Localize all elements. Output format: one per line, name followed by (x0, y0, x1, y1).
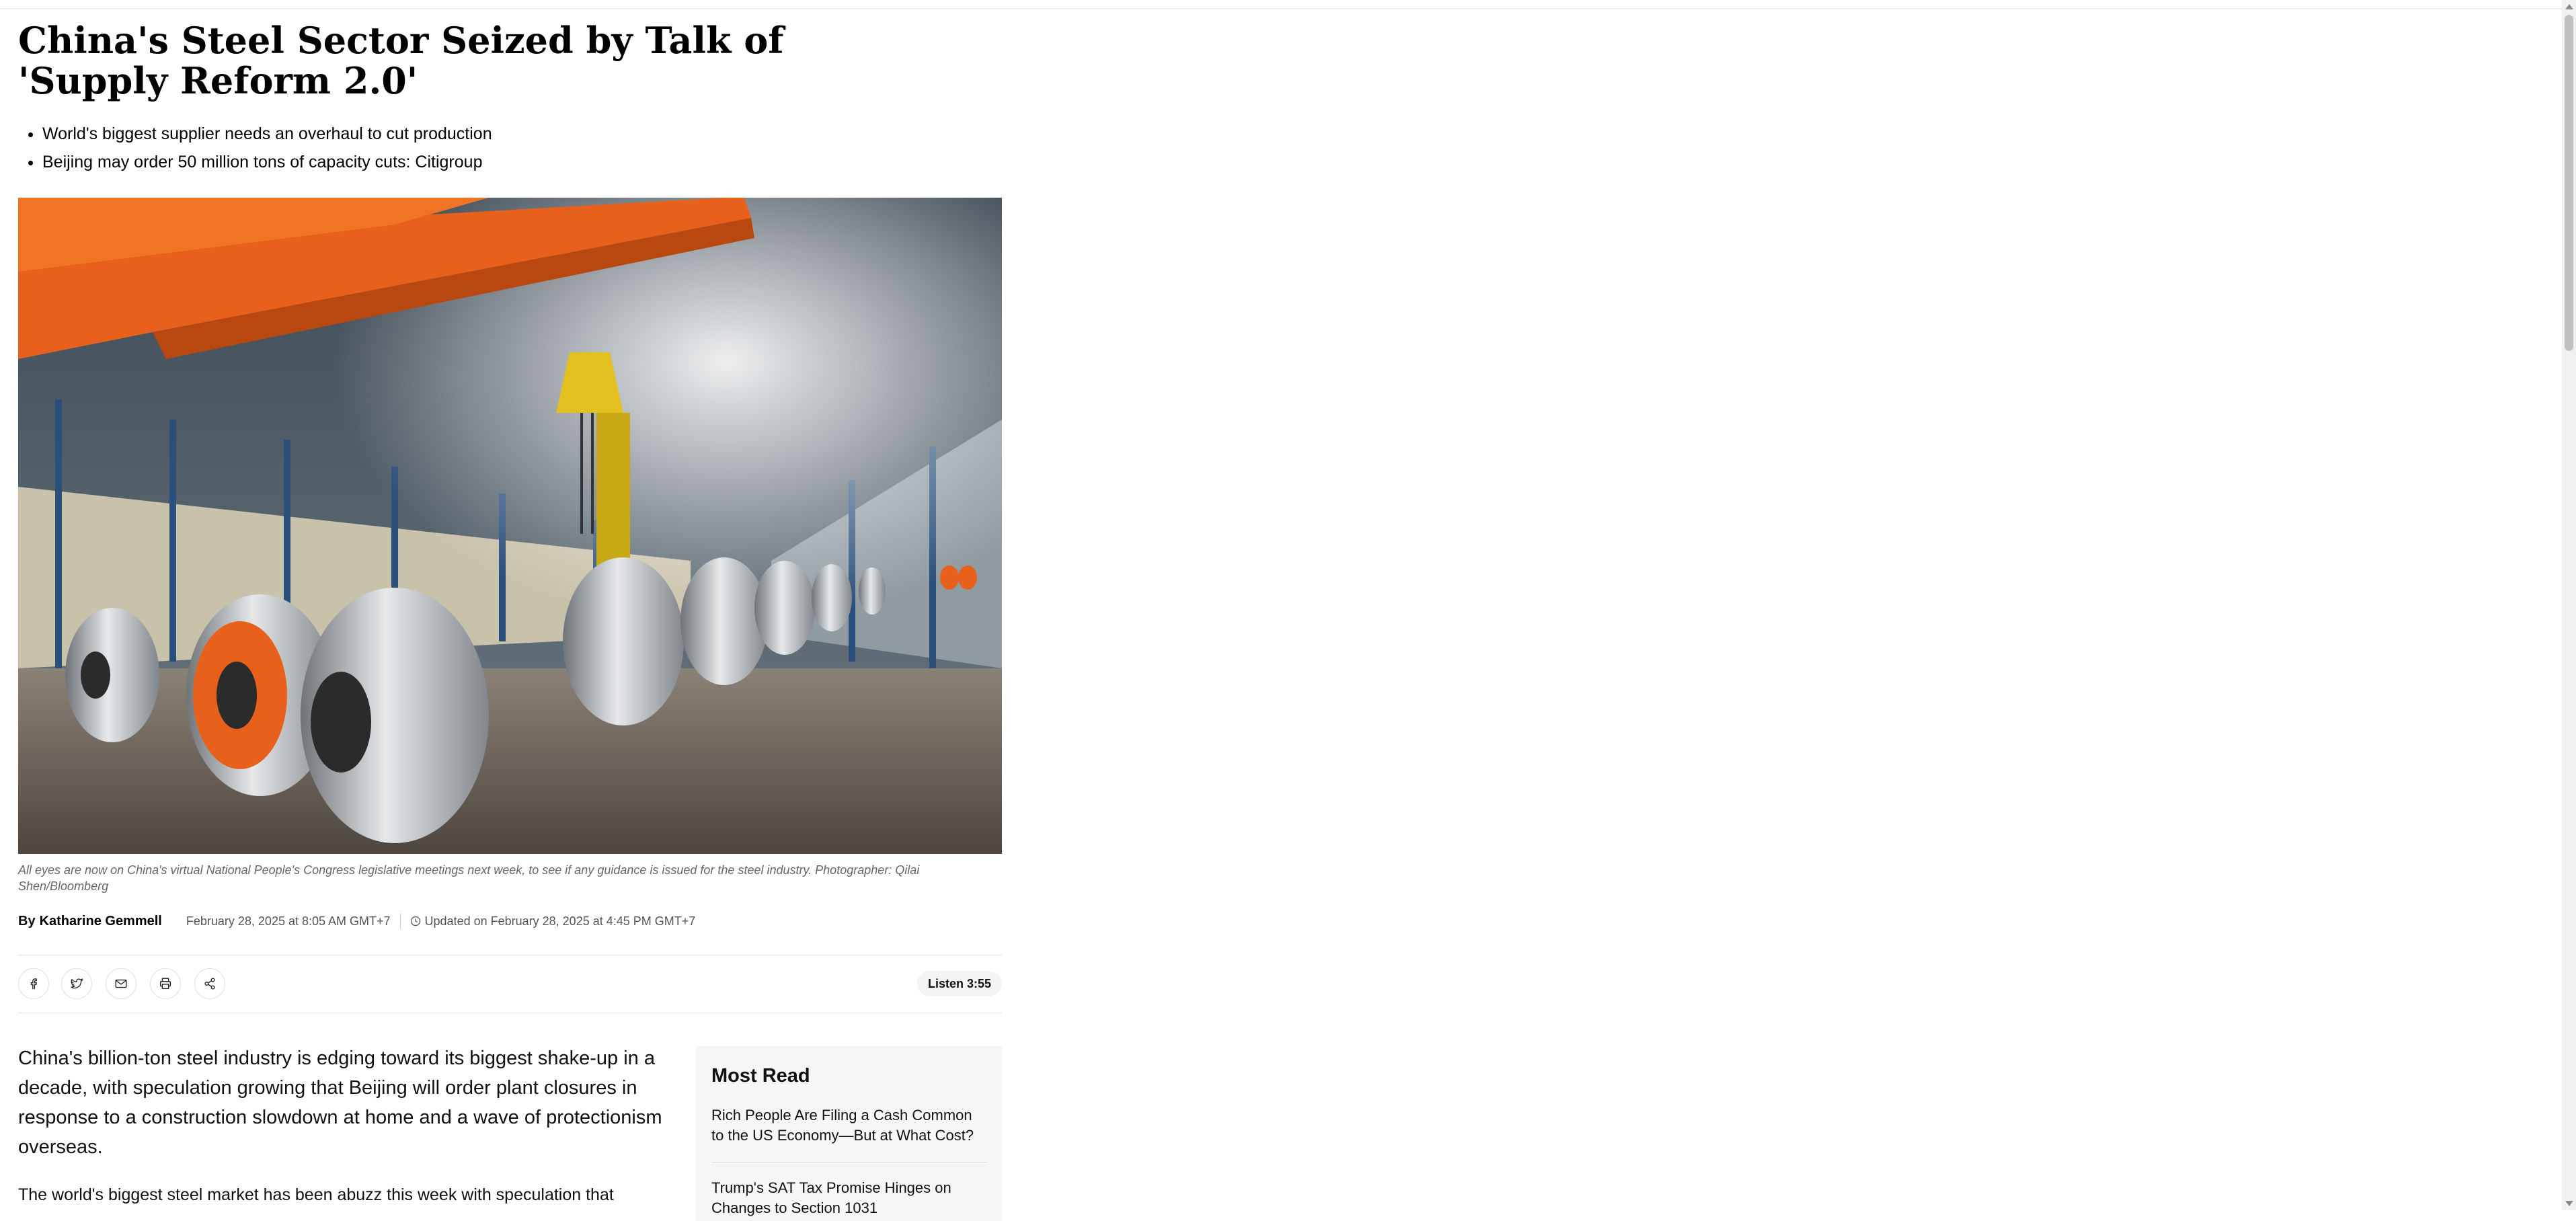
most-read-title: Most Read (711, 1065, 810, 1087)
article-lede: China's billion-ton steel industry is ed… (18, 1048, 662, 1158)
clock-icon (410, 916, 420, 927)
summary-bullet: World's biggest supplier needs an overha… (42, 120, 492, 148)
article-headline: China's Steel Sector Seized by Talk of '… (18, 19, 784, 102)
byline-prefix: By (18, 913, 36, 929)
most-read-panel: Most Read Rich People Are Filing a Cash … (696, 1046, 1002, 1221)
author-link[interactable]: Katharine Gemmell (40, 914, 162, 929)
summary-bullets: World's biggest supplier needs an overha… (18, 120, 492, 176)
byline: By Katharine Gemmell February 28, 2025 a… (18, 911, 1002, 931)
article-body: China's billion-ton steel industry is ed… (18, 1043, 664, 1208)
scroll-up-arrow[interactable] (2565, 4, 2573, 9)
print-icon (159, 978, 171, 990)
twitter-icon (71, 978, 83, 989)
facebook-share-button[interactable] (18, 968, 49, 999)
share-button[interactable] (194, 968, 225, 999)
most-read-item[interactable]: Rich People Are Filing a Cash Common to … (711, 1105, 987, 1146)
scroll-down-arrow[interactable] (2565, 1201, 2573, 1206)
article-paragraph: The world's biggest steel market has bee… (18, 1185, 614, 1204)
published-date: February 28, 2025 at 8:05 AM GMT+7 (186, 914, 391, 928)
byline-separator (399, 914, 401, 929)
summary-bullet: Beijing may order 50 million tons of cap… (42, 148, 492, 176)
vertical-scrollbar[interactable] (2562, 0, 2576, 1210)
hero-image (18, 198, 1002, 854)
print-button[interactable] (150, 968, 181, 999)
facebook-icon (30, 978, 37, 990)
email-share-button[interactable] (106, 968, 136, 999)
top-divider (0, 8, 2562, 9)
scroll-thumb[interactable] (2565, 15, 2573, 351)
most-read-item[interactable]: Trump's SAT Tax Promise Hinges on Change… (711, 1178, 987, 1218)
listen-button[interactable]: Listen 3:55 (916, 971, 1002, 996)
twitter-share-button[interactable] (61, 968, 92, 999)
email-icon (115, 979, 127, 988)
updated-date: Updated on February 28, 2025 at 4:45 PM … (424, 914, 696, 928)
share-icon (204, 978, 215, 990)
share-bar: Listen 3:55 (18, 968, 1002, 1000)
image-caption: All eyes are now on China's virtual Nati… (18, 863, 920, 893)
most-read-divider (711, 1162, 987, 1163)
